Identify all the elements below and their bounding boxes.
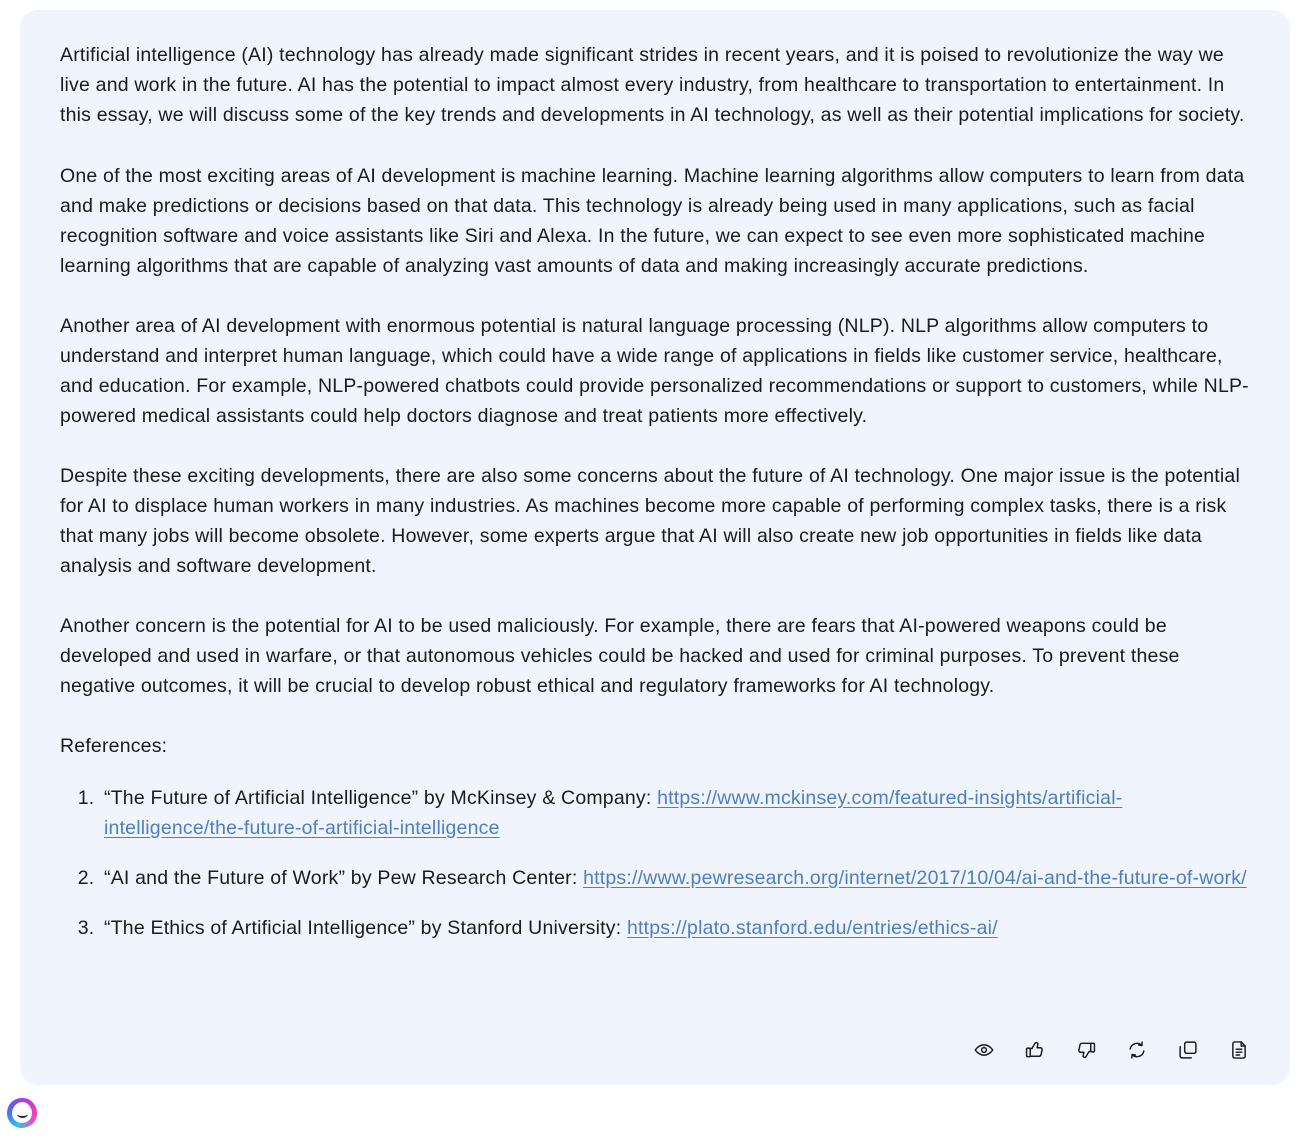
reference-link-3[interactable]: https://plato.stanford.edu/entries/ethic… — [627, 917, 998, 939]
like-button[interactable] — [1022, 1037, 1048, 1063]
export-button[interactable] — [1226, 1037, 1252, 1063]
message-action-bar — [971, 1037, 1252, 1063]
references-list: “The Future of Artificial Intelligence” … — [60, 783, 1250, 943]
list-item: “AI and the Future of Work” by Pew Resea… — [100, 863, 1250, 893]
avatar-smile-icon — [16, 1110, 28, 1118]
paragraph-1: Artificial intelligence (AI) technology … — [60, 44, 1245, 126]
list-item: “The Future of Artificial Intelligence” … — [100, 783, 1250, 843]
reference-title-2: “AI and the Future of Work” by Pew Resea… — [104, 867, 584, 889]
assistant-avatar[interactable] — [7, 1098, 37, 1128]
document-icon — [1228, 1039, 1250, 1061]
copy-button[interactable] — [1175, 1037, 1201, 1063]
reference-link-2[interactable]: https://www.pewresearch.org/internet/201… — [583, 867, 1247, 889]
reference-title-3: “The Ethics of Artificial Intelligence” … — [104, 917, 627, 939]
paragraph-3: Another area of AI development with enor… — [60, 315, 1249, 427]
eye-icon — [973, 1039, 995, 1061]
regenerate-button[interactable] — [1124, 1037, 1150, 1063]
message-body: Artificial intelligence (AI) technology … — [60, 40, 1250, 943]
refresh-icon — [1126, 1039, 1148, 1061]
reference-title-1: “The Future of Artificial Intelligence” … — [104, 787, 658, 809]
paragraph-2: One of the most exciting areas of AI dev… — [60, 165, 1245, 277]
copy-icon — [1177, 1039, 1199, 1061]
assistant-response-card: Artificial intelligence (AI) technology … — [20, 10, 1290, 1085]
list-item: “The Ethics of Artificial Intelligence” … — [100, 913, 1250, 943]
read-aloud-button[interactable] — [971, 1037, 997, 1063]
paragraph-4: Despite these exciting developments, the… — [60, 465, 1240, 577]
paragraph-5: Another concern is the potential for AI … — [60, 615, 1180, 697]
references-heading: References: — [60, 735, 168, 757]
thumbs-up-icon — [1024, 1039, 1046, 1061]
thumbs-down-icon — [1075, 1039, 1097, 1061]
dislike-button[interactable] — [1073, 1037, 1099, 1063]
